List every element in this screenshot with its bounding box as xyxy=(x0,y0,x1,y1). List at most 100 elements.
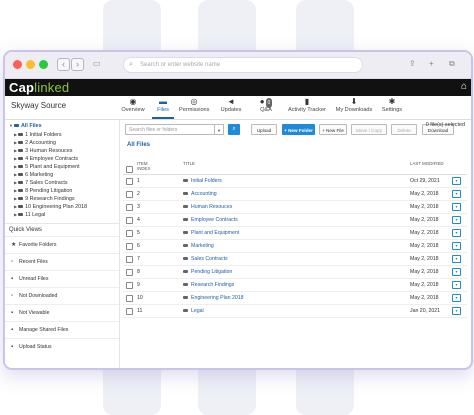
row-actions-dropdown-icon[interactable]: ▾ xyxy=(452,255,461,263)
tree-item[interactable]: ▶ 4 Employee Contracts xyxy=(9,155,119,163)
row-checkbox[interactable] xyxy=(126,269,133,276)
row-title-link[interactable]: Research Findings xyxy=(183,282,234,288)
row-actions-dropdown-icon[interactable]: ▾ xyxy=(452,177,461,185)
address-bar[interactable]: ⌕ Search or enter website name xyxy=(123,57,363,73)
row-title-link[interactable]: Legal xyxy=(183,308,204,314)
row-actions-dropdown-icon[interactable]: ▾ xyxy=(452,281,461,289)
search-input[interactable]: Search files or folders xyxy=(125,124,215,135)
column-header-last-modified[interactable]: LAST MODIFIED xyxy=(410,161,444,166)
quick-view-unread-files[interactable]: ▪ Unread Files xyxy=(5,270,119,287)
maximize-window-dot[interactable] xyxy=(39,60,48,69)
forward-button[interactable]: › xyxy=(71,58,84,71)
row-actions-dropdown-icon[interactable]: ▾ xyxy=(452,216,461,224)
home-icon[interactable]: ⌂ xyxy=(461,81,467,92)
delete-button[interactable]: Delete xyxy=(391,124,417,135)
minimize-window-dot[interactable] xyxy=(26,60,35,69)
row-actions-dropdown-icon[interactable]: ▾ xyxy=(452,307,461,315)
tab-activity-tracker[interactable]: ▮ Activity Tracker xyxy=(287,97,327,113)
quick-view-not-downloaded[interactable]: ▫ Not Downloaded xyxy=(5,287,119,304)
row-actions-dropdown-icon[interactable]: ▾ xyxy=(452,229,461,237)
row-actions-dropdown-icon[interactable]: ▾ xyxy=(452,203,461,211)
upload-button[interactable]: Upload xyxy=(251,124,277,135)
tree-item[interactable]: ▶ 2 Accounting xyxy=(9,139,119,147)
row-title-link[interactable]: Plant and Equipment xyxy=(183,230,239,236)
table-row[interactable]: 3 Human Resouces May 2, 2018 ▾ xyxy=(123,201,467,214)
row-title-link[interactable]: Accounting xyxy=(183,191,217,197)
column-header-index[interactable]: ITEM INDEX xyxy=(137,161,150,171)
table-row[interactable]: 10 Engineering Plan 2018 May 2, 2018 ▾ xyxy=(123,292,467,305)
row-title-link[interactable]: Employee Contracts xyxy=(183,217,238,223)
row-checkbox[interactable] xyxy=(126,256,133,263)
select-all-checkbox[interactable] xyxy=(126,166,133,173)
row-checkbox[interactable] xyxy=(126,282,133,289)
row-title-link[interactable]: Initial Folders xyxy=(183,178,222,184)
table-row[interactable]: 11 Legal Jan 20, 2021 ▾ xyxy=(123,305,467,318)
tab-my-downloads[interactable]: ⬇ My Downloads xyxy=(335,97,373,113)
back-button[interactable]: ‹ xyxy=(57,58,70,71)
row-actions-dropdown-icon[interactable]: ▾ xyxy=(452,294,461,302)
tab-overview[interactable]: ◉ Overview xyxy=(121,97,145,113)
move-copy-button[interactable]: Move / Copy xyxy=(351,124,387,135)
table-row[interactable]: 4 Employee Contracts May 2, 2018 ▾ xyxy=(123,214,467,227)
tree-item[interactable]: ▶ 6 Marketing xyxy=(9,171,119,179)
column-header-title[interactable]: TITLE xyxy=(183,161,195,166)
row-checkbox[interactable] xyxy=(126,295,133,302)
tree-root-all-files[interactable]: ▼ All Files xyxy=(9,122,119,130)
row-checkbox[interactable] xyxy=(126,204,133,211)
folder-icon xyxy=(18,164,24,169)
row-checkbox[interactable] xyxy=(126,217,133,224)
quick-view-recent-files[interactable]: ▫ Recent Files xyxy=(5,253,119,270)
row-checkbox[interactable] xyxy=(126,308,133,315)
tab-permissions[interactable]: ◎ Permissions xyxy=(179,97,209,113)
row-title-link[interactable]: Engineering Plan 2018 xyxy=(183,295,244,301)
row-actions-dropdown-icon[interactable]: ▾ xyxy=(452,268,461,276)
quick-view-upload-status[interactable]: ▪ Upload Status xyxy=(5,338,119,355)
tab-settings[interactable]: ✱ Settings xyxy=(379,97,405,113)
table-row[interactable]: 6 Marketing May 2, 2018 ▾ xyxy=(123,240,467,253)
tree-item[interactable]: ▶ 10 Engineering Plan 2018 xyxy=(9,203,119,211)
tree-item[interactable]: ▶ 7 Sales Contracts xyxy=(9,179,119,187)
caplinked-logo[interactable]: Caplinked xyxy=(9,80,69,95)
tree-item[interactable]: ▶ 1 Initial Folders xyxy=(9,131,119,139)
row-checkbox[interactable] xyxy=(126,178,133,185)
quick-view-not-viewable[interactable]: ▪ Not Viewable xyxy=(5,304,119,321)
new-folder-button[interactable]: + New Folder xyxy=(282,124,315,135)
sidebar-toggle-icon[interactable]: ▭ xyxy=(93,59,101,68)
table-row[interactable]: 7 Sales Contracts May 2, 2018 ▾ xyxy=(123,253,467,266)
table-row[interactable]: 2 Accounting May 2, 2018 ▾ xyxy=(123,188,467,201)
row-title-link[interactable]: Human Resouces xyxy=(183,204,232,210)
quick-view-favorite-folders[interactable]: ★ Favorite Folders xyxy=(5,236,119,253)
row-title-link[interactable]: Marketing xyxy=(183,243,214,249)
search-button[interactable]: ⌕ xyxy=(228,124,240,135)
tab-files[interactable]: ▬ Files xyxy=(152,97,174,119)
close-window-dot[interactable] xyxy=(13,60,22,69)
tree-item[interactable]: ▶ 9 Research Findings xyxy=(9,195,119,203)
folder-icon xyxy=(183,256,188,261)
tab-qa[interactable]: ● 0 Q&A xyxy=(253,97,279,113)
share-icon[interactable]: ⇪ xyxy=(409,59,416,68)
row-title-link[interactable]: Sales Contracts xyxy=(183,256,228,262)
row-last-modified: Oct 29, 2021 xyxy=(410,178,440,184)
folder-icon xyxy=(18,188,24,193)
row-checkbox[interactable] xyxy=(126,191,133,198)
new-file-button[interactable]: + New File xyxy=(319,124,347,135)
new-tab-icon[interactable]: + xyxy=(429,59,434,68)
table-row[interactable]: 9 Research Findings May 2, 2018 ▾ xyxy=(123,279,467,292)
tree-item[interactable]: ▶ 11 Legal xyxy=(9,211,119,219)
tree-item[interactable]: ▶ 3 Human Resouces xyxy=(9,147,119,155)
tab-updates[interactable]: ◄ Updates xyxy=(219,97,243,113)
row-checkbox[interactable] xyxy=(126,230,133,237)
search-scope-dropdown[interactable]: ▼ xyxy=(215,124,224,135)
breadcrumb[interactable]: All Files xyxy=(127,142,150,148)
table-row[interactable]: 5 Plant and Equipment May 2, 2018 ▾ xyxy=(123,227,467,240)
table-row[interactable]: 1 Initial Folders Oct 29, 2021 ▾ xyxy=(123,175,467,188)
tree-item[interactable]: ▶ 8 Pending Litigation xyxy=(9,187,119,195)
row-checkbox[interactable] xyxy=(126,243,133,250)
row-actions-dropdown-icon[interactable]: ▾ xyxy=(452,190,461,198)
row-actions-dropdown-icon[interactable]: ▾ xyxy=(452,242,461,250)
table-row[interactable]: 8 Pending Litigation May 2, 2018 ▾ xyxy=(123,266,467,279)
quick-view-manage-shared-files[interactable]: ▪ Manage Shared Files xyxy=(5,321,119,338)
tabs-overview-icon[interactable]: ⧉ xyxy=(449,59,455,69)
row-title-link[interactable]: Pending Litigation xyxy=(183,269,232,275)
tree-item[interactable]: ▶ 5 Plant and Equipment xyxy=(9,163,119,171)
